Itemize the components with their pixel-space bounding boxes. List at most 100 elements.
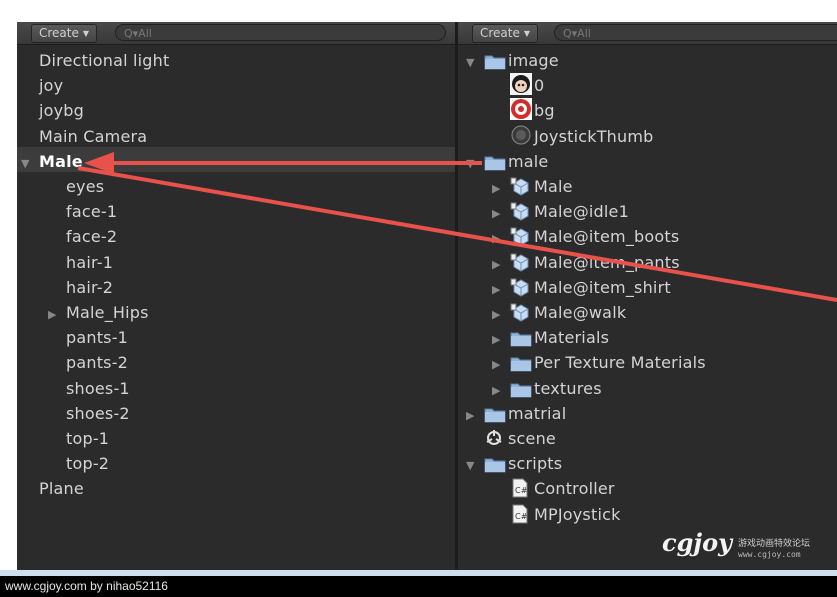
hierarchy-item-male[interactable]: ▼ Male	[21, 149, 83, 174]
csharp-script-icon: C#	[510, 504, 532, 524]
hierarchy-item-label: shoes-1	[66, 378, 130, 398]
collapse-triangle-icon[interactable]: ▶	[492, 352, 510, 377]
project-item-scene[interactable]: scene	[466, 426, 556, 451]
project-item-label: matrial	[508, 403, 567, 423]
folder-icon	[484, 52, 506, 72]
project-panel: Create ▼ Q▾All ▼ image 0 bg JoystickThumb ▼ mal…	[458, 22, 837, 570]
project-search-input[interactable]: Q▾All	[554, 24, 837, 41]
project-item-male-idle1[interactable]: ▶ Male@idle1	[492, 199, 629, 224]
project-item-joystickthumb[interactable]: JoystickThumb	[492, 124, 654, 149]
hierarchy-item-male-hips[interactable]: ▶ Male_Hips	[48, 300, 149, 325]
hierarchy-item-face-2[interactable]: face-2	[48, 224, 117, 249]
folder-icon	[510, 329, 532, 349]
project-item-controller[interactable]: C# Controller	[492, 476, 615, 501]
project-item-label: 0	[534, 76, 545, 96]
project-item-mpjoystick[interactable]: C# MPJoystick	[492, 502, 621, 527]
collapse-triangle-icon[interactable]: ▶	[492, 226, 510, 251]
hierarchy-item-directional-light[interactable]: Directional light	[21, 48, 169, 73]
project-item-bg[interactable]: bg	[492, 98, 555, 123]
hierarchy-item-main-camera[interactable]: Main Camera	[21, 124, 147, 149]
hierarchy-create-button[interactable]: Create ▼	[31, 24, 98, 43]
footer-caption: www.cgjoy.com by nihao52116	[0, 576, 837, 597]
hierarchy-item-label: Main Camera	[39, 126, 148, 146]
project-item-male-item-shirt[interactable]: ▶ Male@item_shirt	[492, 275, 671, 300]
hierarchy-item-label: top-1	[66, 429, 110, 448]
hierarchy-item-label: face-2	[66, 227, 118, 247]
collapse-triangle-icon[interactable]: ▶	[492, 277, 510, 302]
hierarchy-item-joy[interactable]: joy	[21, 73, 63, 98]
project-item-label: MPJoystick	[534, 504, 621, 524]
project-item-label: Controller	[534, 479, 615, 499]
project-item-matrial[interactable]: ▶ matrial	[466, 401, 566, 426]
svg-text:C#: C#	[515, 486, 528, 495]
folder-icon	[510, 380, 532, 400]
expand-triangle-icon[interactable]: ▼	[466, 453, 484, 478]
watermark-url: www.cgjoy.com	[738, 550, 801, 559]
hierarchy-item-pants-1[interactable]: pants-1	[48, 325, 128, 350]
collapse-triangle-icon[interactable]: ▶	[492, 302, 510, 327]
project-item-male-walk[interactable]: ▶ Male@walk	[492, 300, 626, 325]
expand-triangle-icon[interactable]: ▼	[21, 151, 39, 176]
model-icon	[510, 302, 532, 322]
hierarchy-item-label: top-2	[66, 454, 110, 474]
expand-triangle-icon[interactable]: ▼	[466, 50, 484, 75]
project-item-male-item-boots[interactable]: ▶ Male@item_boots	[492, 224, 679, 249]
collapse-triangle-icon[interactable]: ▶	[492, 201, 510, 226]
project-create-button[interactable]: Create ▼	[472, 24, 539, 43]
hierarchy-item-hair-2[interactable]: hair-2	[48, 275, 113, 300]
project-item-label: male	[508, 151, 549, 171]
folder-icon	[510, 354, 532, 374]
hierarchy-item-label: pants-1	[66, 328, 129, 348]
project-item-textures[interactable]: ▶ textures	[492, 376, 602, 401]
hierarchy-item-label: eyes	[66, 177, 105, 196]
collapse-triangle-icon[interactable]: ▶	[492, 252, 510, 277]
folder-icon	[484, 455, 506, 475]
project-item-label: bg	[534, 101, 555, 121]
hierarchy-item-top-1[interactable]: top-1	[48, 426, 109, 451]
collapse-triangle-icon[interactable]: ▶	[492, 176, 510, 201]
project-item-label: Male	[534, 177, 573, 196]
project-item-male[interactable]: ▶ Male	[492, 174, 573, 199]
project-item-per-texture-materials[interactable]: ▶ Per Texture Materials	[492, 350, 706, 375]
hierarchy-item-hair-1[interactable]: hair-1	[48, 250, 113, 275]
project-item-label: Male@item_pants	[534, 252, 680, 272]
hierarchy-item-joybg[interactable]: joybg	[21, 98, 84, 123]
folder-icon	[484, 405, 506, 425]
face-texture-icon	[510, 73, 532, 96]
target-texture-icon	[510, 98, 532, 121]
hierarchy-item-label: joybg	[39, 101, 85, 121]
cgjoy-logo: cgjoy	[662, 528, 733, 557]
project-toolbar: Create ▼ Q▾All	[458, 22, 837, 45]
collapse-triangle-icon[interactable]: ▶	[492, 327, 510, 352]
project-item-male[interactable]: ▼ male	[466, 149, 548, 174]
project-item-label: Male@item_boots	[534, 227, 680, 247]
collapse-triangle-icon[interactable]: ▶	[466, 403, 484, 428]
hierarchy-item-shoes-2[interactable]: shoes-2	[48, 401, 130, 426]
project-item-label: scripts	[508, 454, 563, 474]
hierarchy-item-label: pants-2	[66, 353, 129, 373]
hierarchy-item-shoes-1[interactable]: shoes-1	[48, 376, 130, 401]
collapse-triangle-icon[interactable]: ▶	[48, 302, 66, 327]
hierarchy-item-face-1[interactable]: face-1	[48, 199, 117, 224]
project-item-scripts[interactable]: ▼ scripts	[466, 451, 562, 476]
hierarchy-item-label: joy	[39, 76, 64, 96]
hierarchy-item-label: Male_Hips	[66, 303, 149, 322]
csharp-script-icon: C#	[510, 478, 532, 498]
hierarchy-item-label: hair-1	[66, 252, 114, 272]
unity-scene-icon	[484, 428, 506, 448]
project-item-image[interactable]: ▼ image	[466, 48, 559, 73]
hierarchy-item-eyes[interactable]: eyes	[48, 174, 104, 199]
hierarchy-item-pants-2[interactable]: pants-2	[48, 350, 128, 375]
expand-triangle-icon[interactable]: ▼	[466, 151, 484, 176]
watermark-tagline: 游戏动画特效论坛	[738, 539, 811, 549]
hierarchy-item-top-2[interactable]: top-2	[48, 451, 109, 476]
project-item-materials[interactable]: ▶ Materials	[492, 325, 609, 350]
collapse-triangle-icon[interactable]: ▶	[492, 378, 510, 403]
model-icon	[510, 277, 532, 297]
hierarchy-search-input[interactable]: Q▾All	[115, 24, 446, 41]
model-icon	[510, 226, 532, 246]
project-item-male-item-pants[interactable]: ▶ Male@item_pants	[492, 250, 680, 275]
hierarchy-item-plane[interactable]: Plane	[21, 476, 84, 501]
model-icon	[510, 176, 532, 196]
project-item-0[interactable]: 0	[492, 73, 544, 98]
